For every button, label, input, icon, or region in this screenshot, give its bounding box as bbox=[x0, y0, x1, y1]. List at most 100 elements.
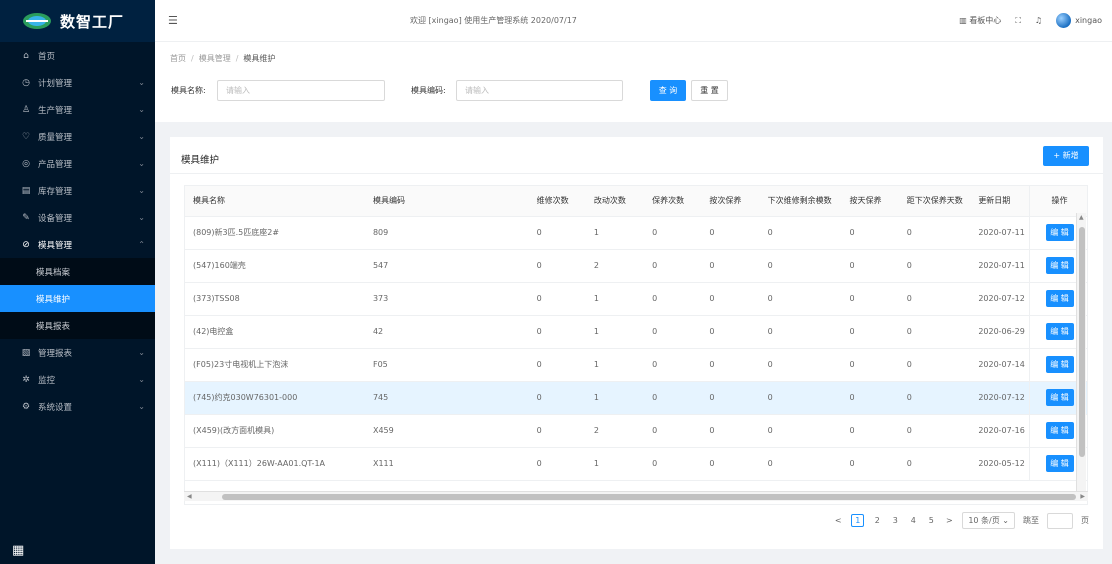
column-header: 维修次数 bbox=[528, 186, 586, 217]
sidebar-item-reports[interactable]: ▧ 管理报表 ⌄ bbox=[0, 339, 155, 366]
page-5[interactable]: 5 bbox=[926, 516, 936, 525]
breadcrumb-current: 模具维护 bbox=[243, 54, 276, 63]
table-row[interactable]: (X111)（X111）26W-AA01.QT-1A X111 0 1 0 0 … bbox=[185, 447, 1087, 481]
cell-per-day-maintain: 0 bbox=[841, 315, 899, 349]
edit-button[interactable]: 编 辑 bbox=[1045, 455, 1074, 472]
table-row[interactable]: (745)约克030W76301-000 745 0 1 0 0 0 0 0 2… bbox=[185, 381, 1087, 415]
sidebar-item-mold[interactable]: ⊘ 模具管理 ⌃ bbox=[0, 231, 155, 258]
page-1[interactable]: 1 bbox=[851, 514, 865, 527]
scroll-up-icon[interactable]: ▲ bbox=[1079, 214, 1084, 221]
column-header: 下次维修剩余模数 bbox=[759, 186, 842, 217]
table-row[interactable]: (X459)(改方面机模具) X459 0 2 0 0 0 0 0 2020-0… bbox=[185, 414, 1087, 448]
horizontal-scrollbar[interactable]: ◀ ▶ bbox=[184, 491, 1088, 501]
column-header: 模具编码 bbox=[364, 186, 529, 217]
sidebar-item-label: 产品管理 bbox=[38, 159, 73, 170]
scroll-left-icon[interactable]: ◀ bbox=[187, 493, 192, 500]
sidebar-item-inventory[interactable]: ▤ 库存管理 ⌄ bbox=[0, 177, 155, 204]
menu-fold-icon[interactable]: ☰ bbox=[168, 14, 182, 27]
breadcrumb-home[interactable]: 首页 bbox=[170, 54, 186, 63]
sidebar-item-label: 模具维护 bbox=[36, 294, 71, 305]
cell-maintain-count: 0 bbox=[644, 414, 702, 448]
pagination: < 1 2 3 4 5 > 10 条/页 ⌄ 跳至 页 bbox=[833, 512, 1089, 529]
breadcrumb-parent[interactable]: 模具管理 bbox=[199, 54, 231, 63]
add-button[interactable]: + 新增 bbox=[1043, 146, 1089, 166]
prev-page-button[interactable]: < bbox=[833, 516, 843, 525]
cell-maintain-count: 0 bbox=[644, 249, 702, 283]
cell-change-count: 1 bbox=[585, 315, 645, 349]
chevron-down-icon: ⌄ bbox=[138, 159, 145, 168]
sidebar-item-label: 模具报表 bbox=[36, 321, 71, 332]
column-header: 改动次数 bbox=[585, 186, 645, 217]
sidebar-item-mold-report[interactable]: 模具报表 bbox=[0, 312, 155, 339]
mold-name-input[interactable]: 请输入 bbox=[217, 80, 385, 101]
sidebar-item-production[interactable]: ♙ 生产管理 ⌄ bbox=[0, 96, 155, 123]
search-button[interactable]: 查 询 bbox=[650, 80, 686, 101]
sidebar-item-label: 系统设置 bbox=[38, 402, 73, 413]
cell-mold-name: (373)TSS08 bbox=[185, 282, 365, 316]
sidebar-item-label: 质量管理 bbox=[38, 132, 73, 143]
sidebar-item-quality[interactable]: ♡ 质量管理 ⌄ bbox=[0, 123, 155, 150]
sidebar-item-label: 模具管理 bbox=[38, 240, 73, 251]
edit-button[interactable]: 编 辑 bbox=[1045, 422, 1074, 439]
scroll-right-icon[interactable]: ▶ bbox=[1080, 493, 1085, 500]
reset-button[interactable]: 重 置 bbox=[691, 80, 728, 101]
table-row[interactable]: (42)电控盒 42 0 1 0 0 0 0 0 2020-06-29 编 辑 bbox=[185, 315, 1087, 349]
page-2[interactable]: 2 bbox=[872, 516, 882, 525]
edit-button[interactable]: 编 辑 bbox=[1045, 356, 1074, 373]
vertical-scroll-thumb[interactable] bbox=[1079, 227, 1085, 457]
table-row[interactable]: (F05)23寸电视机上下泡沫 F05 0 1 0 0 0 0 0 2020-0… bbox=[185, 348, 1087, 382]
mold-maintenance-card: 模具维护 + 新增 模具名称 模具编码 维修次数 改动次数 保养次数 按次保养 … bbox=[170, 137, 1103, 549]
mold-code-input[interactable]: 请输入 bbox=[456, 80, 623, 101]
cell-per-use-maintain: 0 bbox=[701, 381, 760, 415]
sidebar-item-label: 库存管理 bbox=[38, 186, 73, 197]
sidebar-item-home[interactable]: ⌂ 首页 bbox=[0, 42, 155, 69]
bell-icon[interactable]: ♫ bbox=[1035, 16, 1042, 25]
app-name: 数智工厂 bbox=[60, 12, 125, 31]
page-4[interactable]: 4 bbox=[908, 516, 918, 525]
cell-maintain-count: 0 bbox=[644, 447, 702, 481]
sidebar-item-plan[interactable]: ◷ 计划管理 ⌄ bbox=[0, 69, 155, 96]
breadcrumb: 首页 / 模具管理 / 模具维护 bbox=[170, 54, 276, 63]
horizontal-scroll-thumb[interactable] bbox=[222, 494, 1076, 500]
user-menu[interactable]: xingao bbox=[1056, 13, 1102, 28]
cell-per-day-maintain: 0 bbox=[841, 348, 899, 382]
page-3[interactable]: 3 bbox=[890, 516, 900, 525]
sidebar-item-label: 计划管理 bbox=[38, 78, 73, 89]
edit-button[interactable]: 编 辑 bbox=[1045, 323, 1074, 340]
sidebar-item-mold-maintenance[interactable]: 模具维护 bbox=[0, 285, 155, 312]
page-size-value: 10 条/页 bbox=[968, 516, 1000, 525]
column-header: 按天保养 bbox=[841, 186, 899, 217]
qr-code-icon[interactable]: ▦ bbox=[12, 544, 26, 558]
cell-change-count: 1 bbox=[585, 381, 645, 415]
cell-remaining-shots: 0 bbox=[759, 282, 842, 316]
sidebar-item-settings[interactable]: ⚙ 系统设置 ⌄ bbox=[0, 393, 155, 420]
cell-repair-count: 0 bbox=[528, 381, 586, 415]
fullscreen-icon[interactable]: ⛶ bbox=[1015, 16, 1021, 26]
vertical-scrollbar[interactable]: ▲ bbox=[1076, 213, 1086, 493]
sidebar-item-label: 监控 bbox=[38, 375, 56, 386]
logo[interactable]: 数智工厂 bbox=[0, 0, 155, 42]
cell-per-day-maintain: 0 bbox=[841, 414, 899, 448]
page-suffix: 页 bbox=[1081, 516, 1089, 525]
edit-button[interactable]: 编 辑 bbox=[1045, 389, 1074, 406]
mold-table: 模具名称 模具编码 维修次数 改动次数 保养次数 按次保养 下次维修剩余模数 按… bbox=[184, 185, 1088, 505]
edit-button[interactable]: 编 辑 bbox=[1045, 224, 1074, 241]
sidebar-item-monitor[interactable]: ✲ 监控 ⌄ bbox=[0, 366, 155, 393]
dashboard-link[interactable]: ▥ 看板中心 bbox=[959, 15, 1001, 26]
edit-button[interactable]: 编 辑 bbox=[1045, 290, 1074, 307]
chevron-down-icon: ⌄ bbox=[138, 186, 145, 195]
mold-name-label: 模具名称: bbox=[171, 86, 206, 95]
table-row[interactable]: (809)新3匹.5匹底座2# 809 0 1 0 0 0 0 0 2020-0… bbox=[185, 216, 1087, 250]
next-page-button[interactable]: > bbox=[944, 516, 954, 525]
table-row[interactable]: (547)160端壳 547 0 2 0 0 0 0 0 2020-07-11 … bbox=[185, 249, 1087, 283]
sidebar-item-product[interactable]: ◎ 产品管理 ⌄ bbox=[0, 150, 155, 177]
edit-button[interactable]: 编 辑 bbox=[1045, 257, 1074, 274]
page-size-select[interactable]: 10 条/页 ⌄ bbox=[962, 512, 1015, 529]
cell-maintain-count: 0 bbox=[644, 381, 702, 415]
sidebar-item-mold-archive[interactable]: 模具档案 bbox=[0, 258, 155, 285]
sidebar-item-equipment[interactable]: ✎ 设备管理 ⌄ bbox=[0, 204, 155, 231]
welcome-text: 欢迎 [xingao] 使用生产管理系统 2020/07/17 bbox=[410, 16, 577, 25]
sidebar-item-label: 模具档案 bbox=[36, 267, 71, 278]
jump-page-input[interactable] bbox=[1047, 512, 1073, 529]
table-row[interactable]: (373)TSS08 373 0 1 0 0 0 0 0 2020-07-12 … bbox=[185, 282, 1087, 316]
